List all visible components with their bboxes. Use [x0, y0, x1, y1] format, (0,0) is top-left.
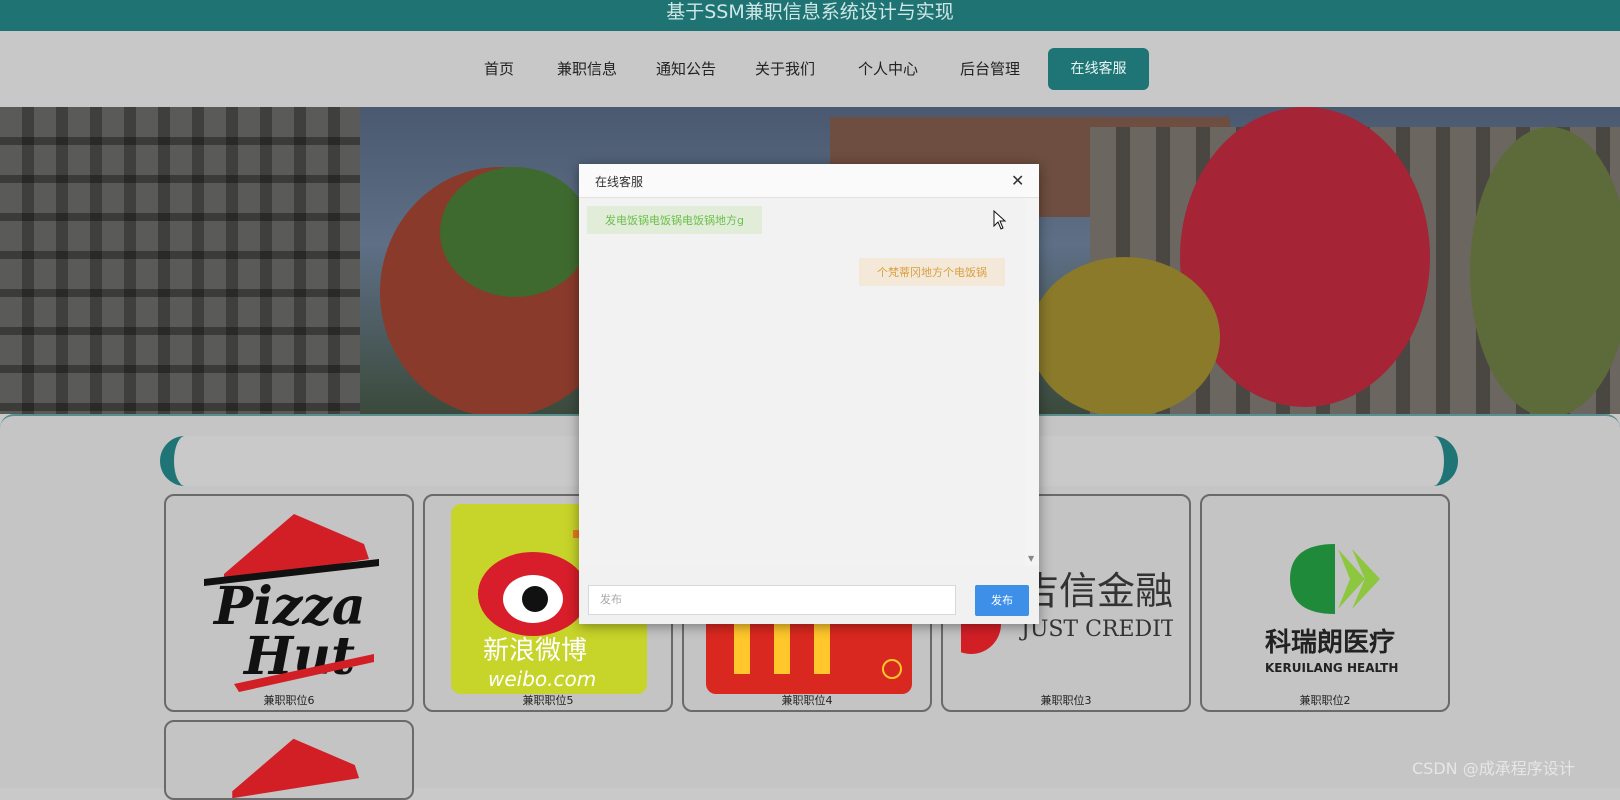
job-card[interactable]: [164, 720, 414, 800]
message-input[interactable]: 发布: [588, 585, 956, 615]
svg-text:新浪微博: 新浪微博: [483, 636, 587, 666]
svg-text:科瑞朗医疗: 科瑞朗医疗: [1265, 627, 1395, 658]
svg-text:weibo.com: weibo.com: [488, 667, 596, 691]
svg-text:KERUILANG HEALTH: KERUILANG HEALTH: [1265, 661, 1398, 675]
scroll-down-icon[interactable]: ▼: [1028, 554, 1034, 563]
nav-profile[interactable]: 个人中心: [858, 58, 918, 79]
svg-text:吉信金融: 吉信金融: [1021, 569, 1173, 613]
job-card-label: 兼职职位2: [1299, 694, 1351, 707]
nav-notice[interactable]: 通知公告: [656, 58, 716, 79]
watermark: CSDN @成承程序设计: [1412, 759, 1575, 778]
keruilang-logo: 科瑞朗医疗 KERUILANG HEALTH: [1265, 544, 1398, 675]
send-button[interactable]: 发布: [975, 585, 1029, 616]
tree-ivy: [1180, 107, 1430, 407]
dialog-header: 在线客服 ✕: [579, 164, 1039, 198]
job-card-label: 兼职职位3: [1040, 694, 1092, 707]
tree-yellow: [1030, 257, 1220, 414]
pizza-hut-logo: Pizza Hut: [204, 514, 379, 692]
scrollbar[interactable]: ▼: [1025, 198, 1039, 566]
site-title: 基于SSM兼职信息系统设计与实现: [0, 0, 1620, 31]
message-right: 个梵蒂冈地方个电饭锅: [859, 258, 1005, 286]
online-service-dialog: 在线客服 ✕ 发电饭锅电饭锅电饭锅地方g 个梵蒂冈地方个电饭锅 ▼ 发布 发布: [579, 164, 1039, 624]
tree-green: [440, 167, 590, 297]
svg-text:JUST CREDIT: JUST CREDIT: [1019, 617, 1173, 642]
online-service-button[interactable]: 在线客服: [1048, 48, 1149, 90]
job-card[interactable]: Pizza Hut 兼职职位6: [164, 494, 414, 712]
nav-home[interactable]: 首页: [484, 58, 514, 79]
nav-about[interactable]: 关于我们: [755, 58, 815, 79]
message-left: 发电饭锅电饭锅电饭锅地方g: [587, 206, 762, 234]
pizza-hut-logo: [232, 738, 360, 798]
job-card-label: 兼职职位5: [522, 694, 574, 707]
close-icon[interactable]: ✕: [1011, 171, 1024, 190]
nav-jobs[interactable]: 兼职信息: [557, 58, 617, 79]
dialog-title: 在线客服: [595, 175, 644, 189]
job-card[interactable]: 科瑞朗医疗 KERUILANG HEALTH 兼职职位2: [1200, 494, 1450, 712]
job-card-label: 兼职职位4: [781, 694, 833, 707]
mouse-cursor-icon: [993, 210, 1007, 230]
job-card-label: 兼职职位6: [263, 694, 315, 707]
building-left: [0, 107, 360, 414]
nav-admin[interactable]: 后台管理: [960, 58, 1020, 79]
tree-willow: [1470, 127, 1620, 414]
message-list: 发电饭锅电饭锅电饭锅地方g 个梵蒂冈地方个电饭锅: [579, 198, 1025, 566]
navbar: 首页 兼职信息 通知公告 关于我们 个人中心 后台管理 在线客服: [0, 31, 1620, 107]
